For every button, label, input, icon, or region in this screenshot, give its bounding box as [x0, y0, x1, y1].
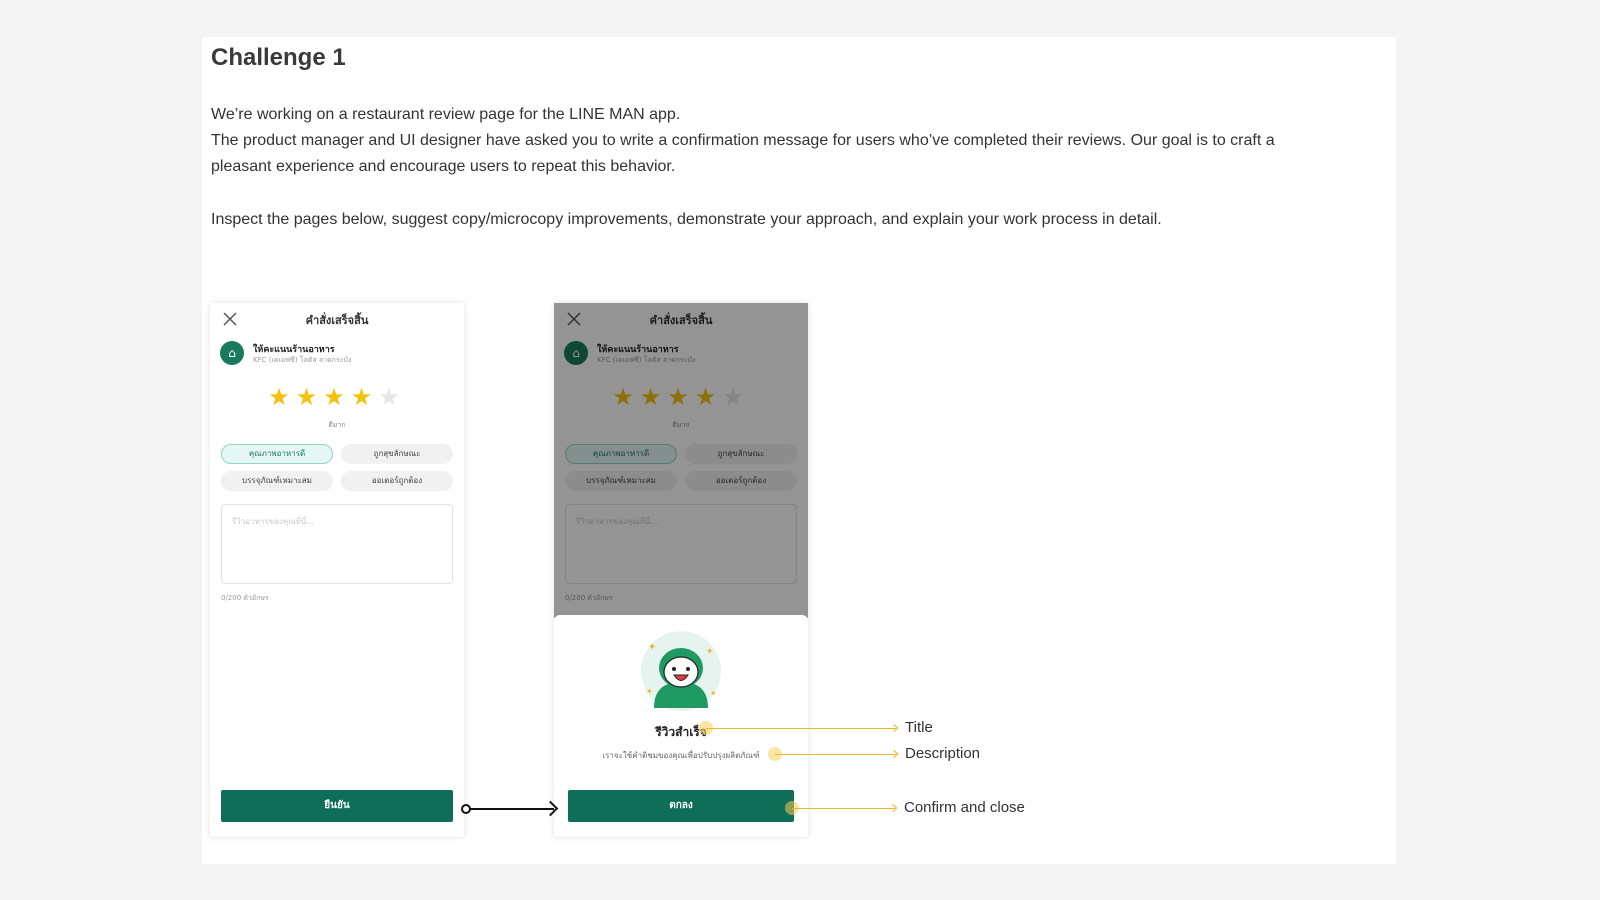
success-bottom-sheet: ✦ ✦ ✦ ✦ รีวิวสำเร็จ เราจะใช้คำติชมของคุณ… [554, 615, 808, 837]
flow-arrow-origin [461, 804, 471, 814]
chip-hygiene[interactable]: ถูกสุขลักษณะ [341, 444, 453, 464]
flow-arrow-line [468, 808, 554, 810]
success-title: รีวิวสำเร็จ [655, 725, 707, 739]
star-icon[interactable]: ★ [268, 383, 296, 411]
confirm-button[interactable]: ยืนยัน [221, 790, 453, 822]
store-icon: ⌂ [220, 341, 244, 365]
goal-paragraph: The product manager and UI designer have… [211, 132, 1275, 175]
star-rating[interactable]: ★★★★★ [210, 383, 464, 411]
chip-food-quality[interactable]: คุณภาพอาหารดี [221, 444, 333, 464]
review-screen-mockup: คำสั่งเสร็จสิ้น ⌂ ให้คะแนนร้านอาหาร KFC … [210, 303, 464, 837]
annotation-line-title [706, 728, 896, 729]
review-placeholder: รีวิวอาหารของคุณที่นี่... [232, 517, 314, 526]
intro-paragraph: We’re working on a restaurant review pag… [211, 106, 681, 123]
annotation-label-description: Description [905, 745, 981, 762]
annotation-line-confirm [792, 808, 895, 809]
char-counter: 0/200 ตัวอักษร [221, 594, 269, 602]
modal-overlay [554, 303, 808, 618]
review-textarea[interactable]: รีวิวอาหารของคุณที่นี่... [221, 504, 453, 584]
annotation-label-confirm: Confirm and close [904, 799, 1025, 816]
annotation-line-description [775, 754, 896, 755]
annotation-label-title: Title [905, 719, 933, 736]
mascot-icon: ✦ ✦ ✦ ✦ [641, 631, 721, 711]
star-icon[interactable]: ★ [323, 383, 351, 411]
star-icon[interactable]: ★ [296, 383, 324, 411]
svg-text:✦: ✦ [646, 687, 653, 696]
svg-text:✦: ✦ [710, 689, 717, 698]
store-subtitle: KFC (เคเอฟซี) โลตัส ลาดกระบัง [253, 356, 352, 364]
screen-header: คำสั่งเสร็จสิ้น [305, 314, 369, 327]
ok-button[interactable]: ตกลง [568, 790, 794, 822]
svg-text:✦: ✦ [706, 647, 714, 657]
instruction-paragraph: Inspect the pages below, suggest copy/mi… [211, 211, 1162, 228]
star-icon[interactable]: ★ [351, 383, 379, 411]
page-title: Challenge 1 [211, 44, 346, 71]
svg-text:✦: ✦ [648, 642, 656, 653]
chip-packaging[interactable]: บรรจุภัณฑ์เหมาะสม [221, 471, 333, 491]
store-name: ให้คะแนนร้านอาหาร [253, 345, 335, 355]
star-icon[interactable]: ★ [378, 383, 406, 411]
rating-label: ดีมาก [328, 421, 346, 429]
chip-order-correct[interactable]: ออเดอร์ถูกต้อง [341, 471, 453, 491]
